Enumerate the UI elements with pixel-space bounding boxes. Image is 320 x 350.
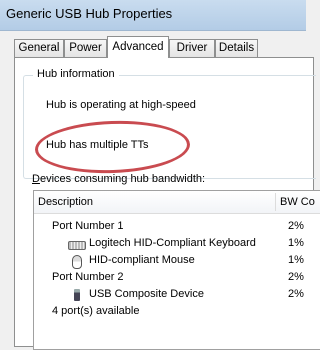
list-item-text: Logitech HID-Compliant Keyboard: [89, 237, 256, 249]
tab-details[interactable]: Details: [215, 39, 258, 57]
list-item[interactable]: HID-compliant Mouse 1%: [34, 254, 320, 269]
list-item-bw: 2%: [288, 288, 304, 300]
list-header: Description BW Co: [34, 191, 320, 214]
devices-list[interactable]: Description BW Co Port Number 1 2% Logit…: [33, 190, 320, 350]
tab-general[interactable]: General: [14, 39, 64, 57]
hub-information-label: Hub information: [33, 68, 119, 80]
keyboard-icon: [68, 241, 86, 250]
list-item[interactable]: Logitech HID-Compliant Keyboard 1%: [34, 237, 320, 252]
tab-power[interactable]: Power: [64, 39, 107, 57]
list-item-bw: 1%: [288, 254, 304, 266]
list-item[interactable]: USB Composite Device 2%: [34, 288, 320, 303]
column-header-description[interactable]: Description: [38, 196, 93, 208]
list-item-bw: 2%: [288, 220, 304, 232]
mouse-icon: [72, 255, 82, 269]
list-item-bw: 2%: [288, 271, 304, 283]
devices-label-mnemonic: D: [32, 173, 40, 185]
devices-label: Devices consuming hub bandwidth:: [32, 173, 205, 185]
list-item-text: Port Number 2: [52, 271, 124, 283]
tab-driver[interactable]: Driver: [169, 39, 215, 57]
column-header-bw[interactable]: BW Co: [280, 196, 315, 208]
list-item[interactable]: 4 port(s) available: [34, 305, 320, 320]
tab-advanced[interactable]: Advanced: [107, 36, 169, 58]
list-item-text: 4 port(s) available: [52, 305, 140, 317]
list-item-text: HID-compliant Mouse: [89, 254, 195, 266]
window-title: Generic USB Hub Properties: [6, 6, 173, 21]
usb-icon: [74, 289, 80, 301]
hub-speed-text: Hub is operating at high-speed: [46, 99, 196, 111]
list-item[interactable]: Port Number 1 2%: [34, 220, 320, 235]
column-separator[interactable]: [275, 193, 276, 211]
list-item-text: USB Composite Device: [89, 288, 204, 300]
list-item[interactable]: Port Number 2 2%: [34, 271, 320, 286]
devices-label-text: evices consuming hub bandwidth:: [39, 173, 206, 185]
list-item-text: Port Number 1: [52, 220, 124, 232]
list-item-bw: 1%: [288, 237, 304, 249]
tab-panel: Hub information Hub is operating at high…: [14, 57, 320, 350]
title-bar: Generic USB Hub Properties: [0, 0, 306, 31]
